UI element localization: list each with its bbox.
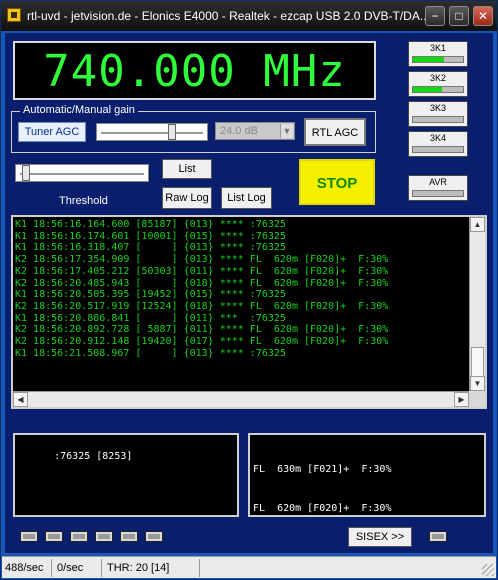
indicator-3k4[interactable]: 3K4 (408, 131, 468, 157)
indicator-label: 3K1 (429, 43, 446, 53)
indicator-fill (413, 87, 442, 92)
gain-group-label: Automatic/Manual gain (20, 104, 138, 116)
frequency-value: 740.000 MHz (43, 46, 346, 97)
rtl-agc-button[interactable]: RTL AGC (304, 118, 366, 146)
small-button-7[interactable] (429, 531, 447, 542)
log-line: K1 18:56:20.505.395 [19452] {015} **** :… (15, 289, 286, 301)
small-button-5[interactable] (120, 531, 138, 542)
app-icon (7, 8, 21, 22)
client-area: 740.000 MHz 3K1 3K2 3K3 3K4 AVR Automati… (5, 33, 493, 553)
indicator-bar (412, 190, 464, 197)
indicator-label: AVR (429, 177, 447, 187)
stop-button[interactable]: STOP (299, 159, 375, 205)
resize-grip-icon[interactable] (482, 564, 494, 576)
status-rate-2: 0/sec (54, 559, 102, 577)
maximize-button[interactable]: □ (449, 6, 469, 26)
scroll-right-icon[interactable]: ▶ (454, 392, 469, 407)
indicator-bar (412, 146, 464, 153)
gain-combo[interactable]: 24.0 dB ▼ (215, 122, 295, 140)
chevron-down-icon[interactable]: ▼ (280, 124, 293, 138)
scroll-left-icon[interactable]: ◀ (13, 392, 28, 407)
indicator-fill (413, 57, 444, 62)
scroll-up-icon[interactable]: ▲ (470, 217, 485, 232)
list-button[interactable]: List (162, 159, 212, 179)
status-threshold: THR: 20 [14] (104, 559, 200, 577)
gain-slider[interactable] (96, 123, 208, 141)
threshold-slider-thumb[interactable] (21, 165, 30, 181)
right-pane-line: FL 630m [F021]+ F:30% (253, 464, 392, 475)
frequency-display: 740.000 MHz (13, 41, 376, 100)
indicator-label: 3K3 (429, 103, 446, 113)
threshold-label: Threshold (59, 195, 108, 207)
log-line: K1 18:56:16.174.601 [10001] {015} **** :… (15, 230, 286, 242)
threshold-slider[interactable] (15, 164, 149, 182)
horizontal-scrollbar[interactable]: ◀ ▶ (13, 391, 469, 407)
small-button-1[interactable] (20, 531, 38, 542)
indicator-3k1[interactable]: 3K1 (408, 41, 468, 67)
raw-log-button[interactable]: Raw Log (162, 187, 212, 209)
indicator-label: 3K2 (429, 73, 446, 83)
vertical-scrollbar[interactable]: ▲ ▼ (469, 217, 485, 391)
gain-slider-thumb[interactable] (168, 124, 176, 140)
main-window: rtl-uvd - jetvision.de - Elonics E4000 -… (0, 0, 498, 580)
minimize-button[interactable]: − (425, 6, 445, 26)
scroll-corner (469, 391, 485, 407)
scroll-down-icon[interactable]: ▼ (470, 376, 485, 391)
small-button-6[interactable] (145, 531, 163, 542)
close-button[interactable]: ✕ (473, 6, 493, 26)
window-title: rtl-uvd - jetvision.de - Elonics E4000 -… (27, 9, 427, 23)
log-line: K1 18:56:16.164.600 [85187] {013} **** :… (15, 219, 286, 230)
indicator-3k2[interactable]: 3K2 (408, 71, 468, 97)
indicator-avr[interactable]: AVR (408, 175, 468, 201)
log-line: K1 18:56:21.508.967 [ ] {013} **** :7632… (15, 347, 286, 359)
tuner-agc-button[interactable]: Tuner AGC (18, 122, 86, 142)
indicator-bar (412, 86, 464, 93)
small-button-2[interactable] (45, 531, 63, 542)
log-line: K1 18:56:16.318.407 [ ] {013} **** :7632… (15, 242, 286, 254)
status-bar: 488/sec 0/sec THR: 20 [14] (2, 556, 496, 578)
title-bar[interactable]: rtl-uvd - jetvision.de - Elonics E4000 -… (1, 1, 497, 31)
right-pane-line: FL 620m [F020]+ F:30% (253, 503, 392, 514)
log-lines: K1 18:56:16.164.600 [85187] {013} **** :… (15, 219, 467, 391)
log-line: K2 18:56:20.892.728 [ 5887] {011} **** F… (15, 324, 389, 336)
slider-line (101, 132, 203, 134)
gain-combo-value: 24.0 dB (220, 125, 258, 137)
log-line: K2 18:56:20.912.148 [19420] {017} **** F… (15, 336, 389, 348)
decode-log[interactable]: K1 18:56:16.164.600 [85187] {013} **** :… (11, 215, 487, 409)
log-line: K2 18:56:17.354.909 [ ] {013} **** FL 62… (15, 254, 389, 266)
log-line: K2 18:56:20.485.943 [ ] {018} **** FL 62… (15, 277, 389, 289)
log-line: K1 18:56:20.886.841 [ ] {011} *** :76325 (15, 312, 286, 324)
log-line: K2 18:56:20.517.919 [12524] {018} **** F… (15, 300, 389, 312)
indicator-bar (412, 116, 464, 123)
indicator-3k3[interactable]: 3K3 (408, 101, 468, 127)
slider-line (20, 173, 144, 175)
gain-group: Automatic/Manual gain Tuner AGC 24.0 dB … (11, 104, 376, 153)
right-pane[interactable]: FL 630m [F021]+ F:30% FL 620m [F020]+ F:… (248, 433, 486, 517)
indicator-bar (412, 56, 464, 63)
indicator-label: 3K4 (429, 133, 446, 143)
small-button-3[interactable] (70, 531, 88, 542)
small-button-4[interactable] (95, 531, 113, 542)
status-rate-1: 488/sec (2, 559, 52, 577)
left-pane-text: :76325 [8253] (54, 451, 133, 462)
log-line: K2 18:56:17.405.212 [50303] {011} **** F… (15, 265, 389, 277)
list-log-button[interactable]: List Log (221, 187, 272, 209)
sisex-button[interactable]: SISEX >> (348, 527, 412, 547)
left-pane[interactable]: :76325 [8253] (13, 433, 239, 517)
